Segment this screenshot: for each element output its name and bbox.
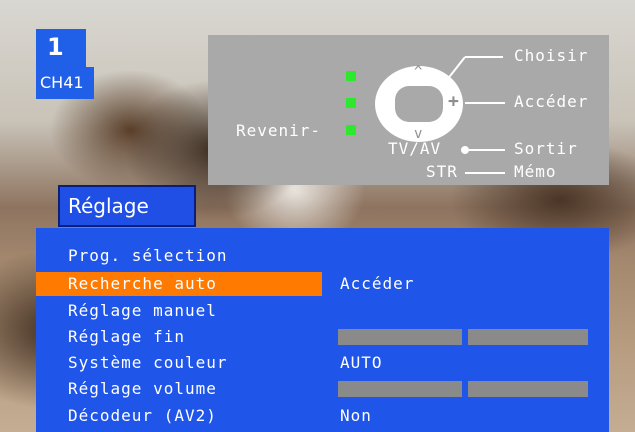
dpad-up-icon: ^ (414, 64, 424, 80)
volume-bar-right[interactable] (468, 381, 588, 397)
menu-item-value[interactable]: Accéder (340, 272, 414, 296)
menu-item-systeme-couleur[interactable]: Système couleur AUTO (36, 351, 609, 375)
menu-item-label: Réglage manuel (68, 301, 217, 320)
channel-number: 1 (36, 29, 86, 67)
menu-title: Réglage (68, 194, 149, 218)
acceder-connector (465, 102, 505, 104)
volume-bar-left[interactable] (338, 381, 462, 397)
menu-item-decodeur[interactable]: Décodeur (AV2) Non (36, 404, 609, 428)
fine-tune-bar-left[interactable] (338, 329, 462, 345)
remote-help-panel: Revenir- ^ v + Choisir Accéder TV/AV Sor… (208, 35, 609, 185)
menu-item-reglage-manuel[interactable]: Réglage manuel (36, 299, 609, 323)
menu-item-prog-selection[interactable]: Prog. sélection (36, 244, 609, 268)
menu-item-label: Prog. sélection (68, 246, 228, 265)
sortir-connector (469, 149, 505, 151)
menu-item-label: Décodeur (AV2) (68, 406, 217, 425)
menu-item-recherche-auto[interactable]: Recherche auto Accéder (36, 272, 609, 296)
str-label: STR (426, 162, 458, 181)
led-indicator (346, 125, 356, 135)
memo-connector (465, 172, 505, 174)
menu-item-reglage-volume[interactable]: Réglage volume (36, 377, 609, 401)
menu-item-label: Réglage fin (68, 327, 185, 346)
sortir-label: Sortir (514, 139, 578, 158)
led-indicator (346, 98, 356, 108)
choisir-label: Choisir (514, 46, 589, 65)
acceder-label: Accéder (514, 92, 589, 111)
dpad-plus-icon: + (448, 91, 460, 112)
menu-item-label: Recherche auto (68, 274, 217, 293)
choisir-connector (443, 56, 503, 85)
menu-item-reglage-fin[interactable]: Réglage fin (36, 325, 609, 349)
fine-tune-bar-right[interactable] (468, 329, 588, 345)
settings-menu: Prog. sélection Recherche auto Accéder R… (36, 228, 609, 432)
channel-name: CH41 (36, 67, 94, 99)
sortir-dot (461, 146, 469, 154)
memo-label: Mémo (514, 162, 557, 181)
menu-item-label: Système couleur (68, 353, 228, 372)
menu-title-box: Réglage (58, 185, 196, 227)
revenir-label: Revenir- (236, 121, 322, 140)
menu-item-value[interactable]: AUTO (340, 351, 383, 375)
menu-item-value[interactable]: Non (340, 404, 372, 428)
tvav-label: TV/AV (388, 139, 442, 158)
led-indicator (346, 71, 356, 81)
menu-item-label: Réglage volume (68, 379, 217, 398)
